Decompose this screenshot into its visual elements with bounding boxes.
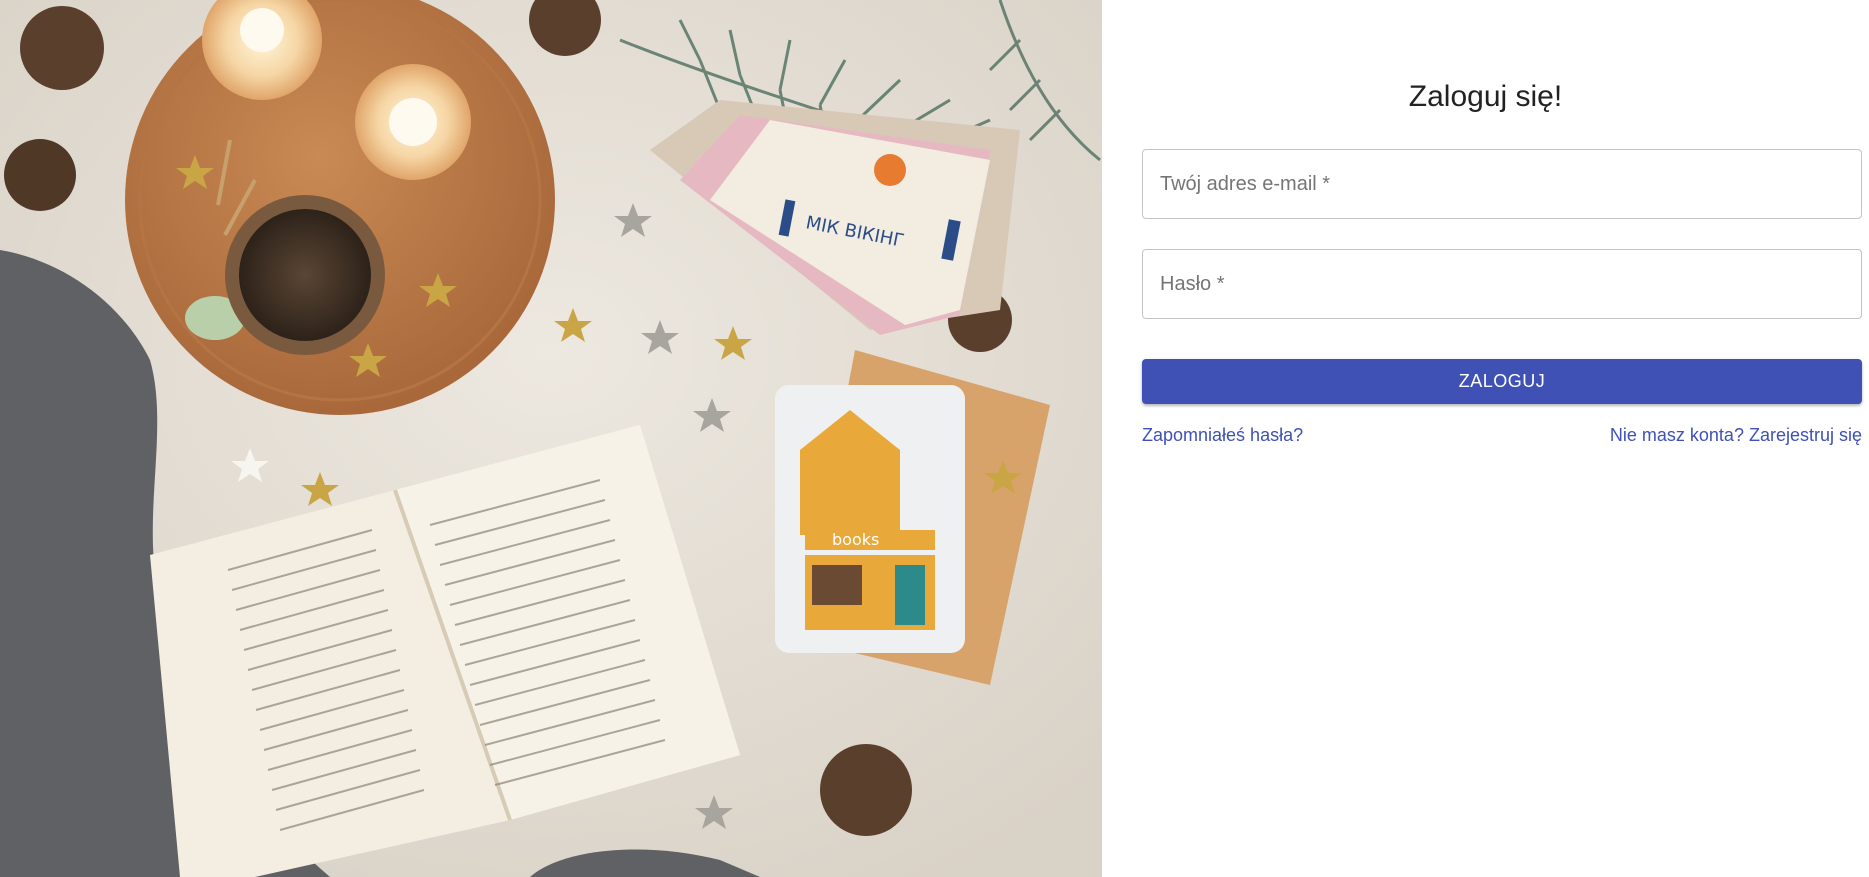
login-panel: Zaloguj się! ZALOGUJ Zapomniałeś hasła? … (1102, 0, 1869, 877)
forgot-password-link[interactable]: Zapomniałeś hasła? (1142, 425, 1303, 446)
register-link[interactable]: Nie masz konta? Zarejestruj się (1610, 425, 1862, 446)
postcard-sign: books (832, 530, 879, 549)
password-field[interactable] (1142, 249, 1862, 319)
hero-image: МІК ВІКІНГ books (0, 0, 1102, 877)
email-input[interactable] (1143, 150, 1861, 218)
email-field[interactable] (1142, 149, 1862, 219)
cozy-flatlay-illustration: МІК ВІКІНГ books (0, 0, 1102, 877)
login-button[interactable]: ZALOGUJ (1142, 359, 1862, 404)
password-input[interactable] (1143, 250, 1861, 318)
page-title: Zaloguj się! (1408, 80, 1563, 113)
